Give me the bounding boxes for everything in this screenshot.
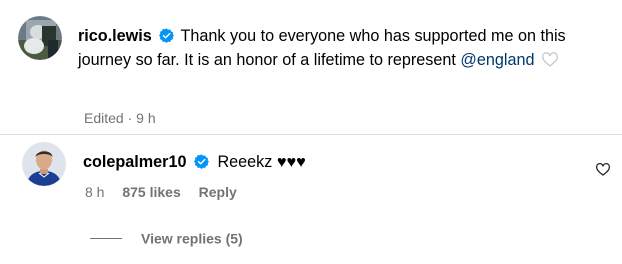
comment-likes[interactable]: 875 likes (122, 184, 180, 200)
comment-time: 8 h (85, 184, 105, 200)
heart-outline-icon[interactable] (595, 162, 611, 176)
avatar[interactable] (22, 142, 66, 186)
view-replies-button[interactable]: View replies (5) (90, 229, 243, 247)
mention-link[interactable]: @england (460, 51, 534, 69)
caption-username[interactable]: rico.lewis (78, 27, 152, 45)
comment-body: Reeekz ♥♥♥ (217, 153, 306, 171)
view-replies-label: View replies (5) (141, 230, 243, 247)
caption-meta: Edited · 9 h (84, 110, 156, 126)
comment-text: colepalmer10 Reeekz ♥♥♥ (83, 150, 306, 174)
verified-badge-icon (159, 26, 175, 43)
comment-username[interactable]: colepalmer10 (83, 153, 186, 171)
reply-button[interactable]: Reply (199, 184, 237, 200)
caption-text: rico.lewis Thank you to everyone who has… (78, 24, 598, 72)
heart-outline-icon[interactable] (541, 50, 559, 67)
comment-meta: 8 h 875 likes Reply (85, 184, 251, 200)
divider (0, 134, 622, 135)
view-replies-line (90, 237, 122, 239)
verified-badge-icon (193, 152, 209, 169)
avatar[interactable] (18, 16, 62, 60)
